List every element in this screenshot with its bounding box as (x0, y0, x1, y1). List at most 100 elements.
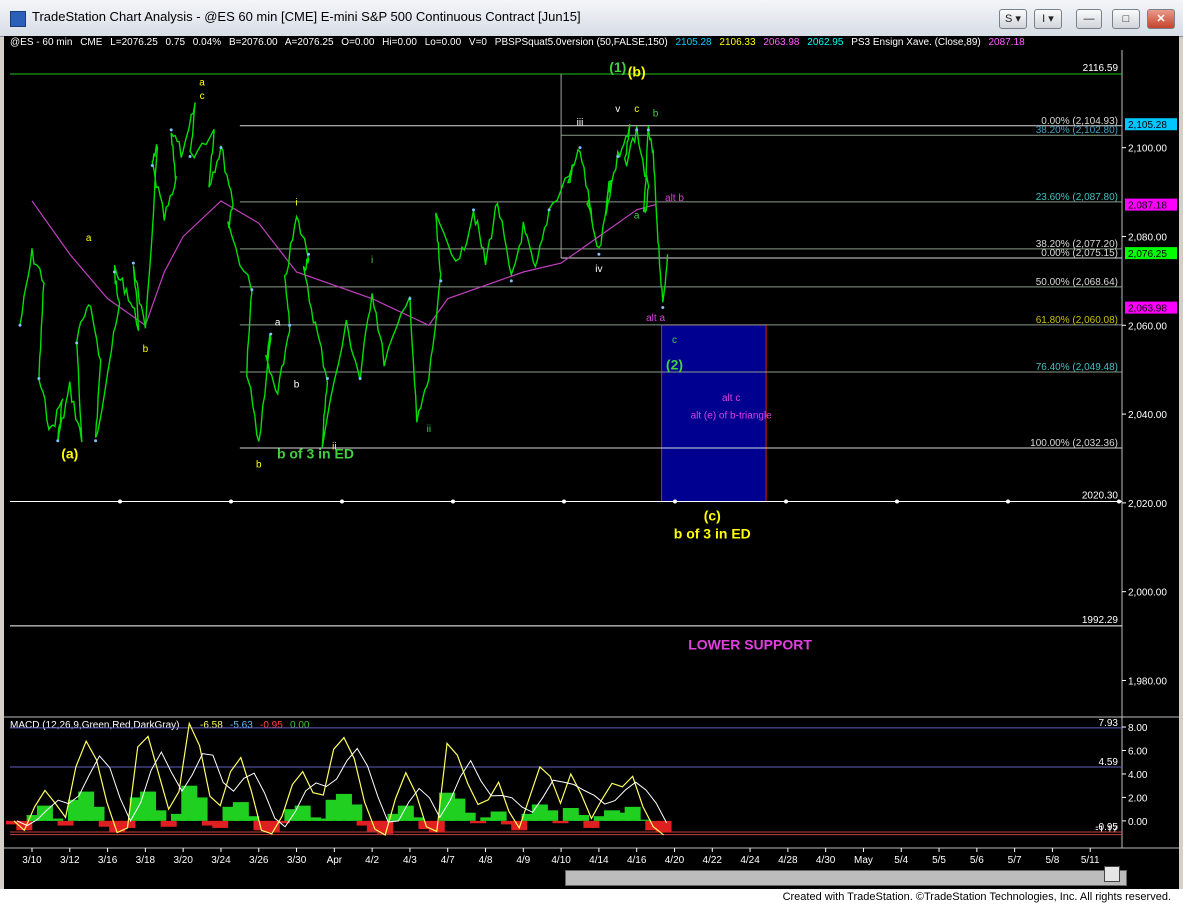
wave-label: a (275, 317, 281, 328)
macd-hline-label: 7.93 (1099, 718, 1119, 729)
macd-y-tick-label: 8.00 (1128, 723, 1148, 734)
pivot-dot (94, 439, 98, 443)
x-tick-label: May (854, 855, 873, 866)
wave-label: b (653, 109, 659, 120)
pivot-dot (578, 146, 582, 150)
title-bar: TradeStation Chart Analysis - @ES 60 min… (0, 0, 1183, 37)
x-tick-label: 3/24 (211, 855, 231, 866)
macd-hline-label: 4.59 (1099, 757, 1119, 768)
fib-label: 38.20% (2,102.80) (1036, 125, 1118, 136)
x-tick-label: 4/14 (589, 855, 609, 866)
pivot-dot (635, 128, 639, 132)
pivot-dot (37, 377, 41, 381)
price-tag-label: 2,076.25 (1128, 249, 1167, 260)
x-tick-label: 4/3 (403, 855, 417, 866)
x-tick-label: 5/8 (1045, 855, 1059, 866)
macd-histogram-bar (552, 820, 569, 824)
hline-dot (229, 499, 233, 504)
x-tick-label: 4/22 (703, 855, 723, 866)
window-title: TradeStation Chart Analysis - @ES 60 min… (32, 9, 581, 24)
hline-dot (895, 499, 899, 504)
pivot-dot (661, 306, 665, 310)
fib-label: 61.80% (2,060.08) (1036, 315, 1118, 326)
pivot-dot (358, 377, 362, 381)
wave-label: (b) (628, 64, 646, 80)
price-chart[interactable]: 2116.592020.301992.290.00% (2,104.93)38.… (4, 36, 1179, 889)
price-tag-label: 2,063.98 (1128, 304, 1167, 315)
pivot-dot (509, 279, 513, 283)
x-tick-label: 5/5 (932, 855, 946, 866)
wave-label: b (294, 379, 300, 390)
indicator-link-button[interactable]: I ▾ (1034, 9, 1062, 29)
macd-histogram-bar (573, 815, 590, 821)
chart-window: @ES - 60 min CME L=2076.25 0.75 0.04% B=… (4, 36, 1179, 889)
pivot-dot (616, 155, 620, 159)
ma-line (31, 200, 656, 327)
wave-label: (1) (609, 59, 626, 75)
wave-label: b (143, 344, 149, 355)
y-tick-label: 1,980.00 (1128, 676, 1167, 687)
macd-histogram-bar (542, 810, 559, 821)
time-scrollbar[interactable] (565, 870, 1127, 886)
pivot-dot (269, 332, 273, 336)
wave-label: alt b (665, 193, 684, 204)
macd-histogram-bar (346, 804, 363, 821)
pivot-dot (188, 155, 192, 159)
wave-label: c (672, 335, 677, 346)
hline-dot (562, 499, 566, 504)
macd-histogram-bar (191, 797, 208, 821)
wave-label: b of 3 in ED (674, 525, 751, 541)
wave-label: iv (595, 264, 602, 275)
wave-label: c (200, 91, 205, 102)
pivot-dot (288, 323, 292, 327)
pivot-dot (646, 128, 650, 132)
x-tick-label: 4/9 (516, 855, 530, 866)
fib-label: 50.00% (2,068.64) (1036, 277, 1118, 288)
macd-hline-label: -0.95 (1095, 822, 1118, 833)
wave-label: i (295, 197, 297, 208)
pivot-dot (18, 323, 22, 327)
hline-label: 2116.59 (1083, 63, 1119, 74)
pivot-dot (112, 270, 116, 274)
pivot-dot (472, 208, 476, 212)
close-button[interactable]: ✕ (1147, 9, 1175, 29)
macd-legend-value: -6.58 (200, 720, 223, 731)
x-tick-label: 3/12 (60, 855, 80, 866)
minimize-button[interactable]: — (1076, 9, 1102, 29)
wave-label: a (634, 211, 640, 222)
macd-histogram-bar (624, 806, 641, 821)
macd-y-tick-label: 0.00 (1128, 817, 1148, 828)
fib-label: 0.00% (2,075.15) (1041, 248, 1118, 259)
restore-button[interactable]: □ (1112, 9, 1140, 29)
x-tick-label: 5/7 (1008, 855, 1022, 866)
wave-label: alt a (646, 313, 665, 324)
scroll-thumb[interactable] (1104, 866, 1120, 882)
pivot-dot (56, 439, 60, 443)
macd-y-tick-label: 4.00 (1128, 770, 1148, 781)
wave-label: ii (332, 442, 336, 453)
x-tick-label: 4/10 (551, 855, 571, 866)
macd-legend-value: -0.95 (260, 720, 283, 731)
pivot-dot (219, 146, 223, 150)
macd-histogram-bar (88, 806, 105, 821)
macd-histogram-bar (47, 818, 64, 821)
x-tick-label: 4/16 (627, 855, 647, 866)
app-icon (10, 11, 26, 27)
hline-label: 2020.30 (1082, 491, 1119, 502)
x-tick-label: 3/30 (287, 855, 307, 866)
x-tick-label: Apr (327, 855, 343, 866)
macd-y-tick-label: 6.00 (1128, 747, 1148, 758)
x-tick-label: 3/10 (22, 855, 42, 866)
x-tick-label: 4/7 (441, 855, 455, 866)
pivot-dot (250, 288, 254, 292)
y-tick-label: 2,060.00 (1128, 321, 1167, 332)
hline-dot (118, 499, 122, 504)
hline-dot (451, 499, 455, 504)
pivot-dot (150, 163, 154, 167)
symbol-link-button[interactable]: S ▾ (999, 9, 1027, 29)
pivot-dot (325, 377, 329, 381)
pivot-dot (408, 297, 412, 301)
macd-title: MACD (12,26,9,Green,Red,DarkGray) (10, 720, 180, 731)
y-tick-label: 2,080.00 (1128, 232, 1167, 243)
macd-y-tick-label: 2.00 (1128, 793, 1148, 804)
